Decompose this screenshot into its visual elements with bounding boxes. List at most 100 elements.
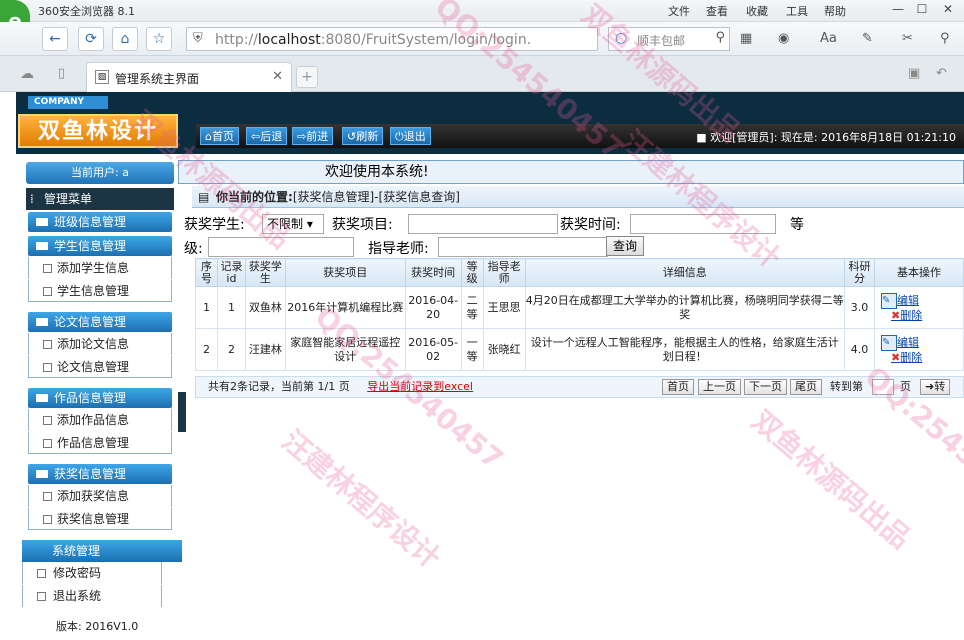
group-works[interactable]: 作品信息管理 <box>28 388 172 408</box>
tab-list-icon[interactable]: ▯ <box>58 66 65 81</box>
sidebar-item-works-manage[interactable]: 作品信息管理 <box>28 432 172 454</box>
first-page-button[interactable]: 首页 <box>662 379 694 395</box>
shield-icon: ⛨ <box>193 31 203 46</box>
next-page-button[interactable]: 下一页 <box>744 379 787 395</box>
tab-title: 管理系统主界面 <box>115 72 200 86</box>
restore-tab-icon[interactable]: ▣ <box>908 66 920 81</box>
level-label: 等 <box>790 217 804 233</box>
group-system[interactable]: 系统管理 <box>22 540 182 562</box>
forward-button[interactable]: ⇨前进 <box>292 127 334 145</box>
welcome-text: ■ 欢迎[管理员]: 现在是: 2016年8月18日 01:21:10 <box>696 131 956 144</box>
group-award[interactable]: 获奖信息管理 <box>28 464 172 484</box>
cell-actions: ✎ 编辑 ✖删除 <box>874 286 964 329</box>
group-class[interactable]: 班级信息管理 <box>28 212 172 232</box>
student-select[interactable]: 不限制 ▾ <box>262 214 324 234</box>
tab-close-icon[interactable]: ✕ <box>272 69 283 84</box>
delete-link[interactable]: ✖删除 <box>875 351 963 365</box>
cell-level: 二等 <box>460 286 484 329</box>
search-engine-icon: ○ <box>615 30 628 46</box>
teacher-label: 指导老师: <box>368 241 429 257</box>
edit-link[interactable]: ✎ 编辑 <box>875 292 963 309</box>
cell-time: 2016-05-02 <box>404 328 462 371</box>
sidebar-item-change-password[interactable]: 修改密码 <box>22 562 162 584</box>
menu-favorites[interactable]: 收藏 <box>746 3 768 19</box>
goto-label: 转到第 <box>830 380 863 393</box>
logout-button[interactable]: ⏻退出 <box>390 127 431 145</box>
group-student[interactable]: 学生信息管理 <box>28 236 172 256</box>
maximize-icon[interactable]: ☐ <box>912 2 932 18</box>
teacher-input[interactable] <box>438 237 608 257</box>
menu-tools[interactable]: 工具 <box>786 3 808 19</box>
address-text: http://localhost:8080/FruitSystem/login/… <box>215 32 532 48</box>
search-icon[interactable]: ⚲ <box>715 30 725 45</box>
time-input[interactable] <box>630 214 776 234</box>
sidebar-item-add-paper[interactable]: 添加论文信息 <box>28 333 172 355</box>
apps-icon[interactable]: ▦ <box>740 31 752 46</box>
page-number-input[interactable] <box>872 379 894 395</box>
sidebar-item-student-manage[interactable]: 学生信息管理 <box>28 280 172 302</box>
address-bar[interactable]: ⛨ http://localhost:8080/FruitSystem/logi… <box>186 27 598 51</box>
export-excel-link[interactable]: 导出当前记录到excel <box>367 380 473 393</box>
group-paper[interactable]: 论文信息管理 <box>28 312 172 332</box>
app-header: COMPANY 双鱼林设计 ⌂首页 ⇦后退 ⇨前进 ↺刷新 ⏻退出 ■ 欢迎[管… <box>16 92 964 154</box>
home-button[interactable]: ⌂首页 <box>200 127 239 145</box>
sidebar-toggle-handle[interactable] <box>178 392 186 432</box>
refresh-icon[interactable]: ⟳ <box>78 27 104 51</box>
level-input[interactable] <box>208 237 354 257</box>
screenshot-icon[interactable]: ✂ <box>902 31 913 46</box>
col-header: 记录id <box>216 258 246 287</box>
zoom-icon[interactable]: ⚲ <box>940 31 950 46</box>
translate-icon[interactable]: Aa <box>820 31 837 46</box>
back-icon[interactable]: ← <box>42 27 68 51</box>
browser-tabbar: ☁ ▯ ▧ 管理系统主界面 ✕ + ▣ ↶ <box>0 56 964 92</box>
page-icon: ▧ <box>95 70 109 84</box>
home-icon[interactable]: ⌂ <box>112 27 138 51</box>
col-header: 详细信息 <box>524 258 846 287</box>
sidebar-item-add-works[interactable]: 添加作品信息 <box>28 409 172 431</box>
brand-logo: 双鱼林设计 <box>18 114 178 148</box>
menu-title: ⁞ 管理菜单 <box>26 188 174 210</box>
cloud-icon[interactable]: ☁ <box>20 66 34 82</box>
cell-student: 汪建林 <box>244 328 286 371</box>
security-icon[interactable]: ◉ <box>778 31 789 46</box>
minimize-icon[interactable]: — <box>888 2 908 18</box>
star-icon[interactable]: ☆ <box>146 27 172 51</box>
pager-summary: 共有2条记录，当前第 1/1 页 <box>208 380 350 393</box>
menu-help[interactable]: 帮助 <box>824 3 846 19</box>
cell-teacher: 王思思 <box>482 286 526 329</box>
edit-link[interactable]: ✎ 编辑 <box>875 334 963 351</box>
delete-link[interactable]: ✖删除 <box>875 309 963 323</box>
cell-id: 2 <box>216 328 246 371</box>
edit-icon: ✎ <box>881 292 898 309</box>
sidebar-item-add-student[interactable]: 添加学生信息 <box>28 257 172 279</box>
version-text: 版本: 2016V1.0 <box>56 620 139 633</box>
prev-page-button[interactable]: 上一页 <box>698 379 741 395</box>
refresh-icon: ↺ <box>347 130 357 143</box>
close-window-icon[interactable]: ✕ <box>938 2 958 18</box>
welcome-banner: 欢迎使用本系统! <box>178 160 964 184</box>
menu-view[interactable]: 查看 <box>706 3 728 19</box>
extension-icon[interactable]: ✎ <box>862 31 873 46</box>
tab-main[interactable]: ▧ 管理系统主界面 ✕ <box>86 62 292 92</box>
col-header: 等级 <box>460 258 484 287</box>
cell-detail: 设计一个远程人工智能程序，能根据主人的性格，给家庭生活计划日程！ <box>524 328 846 371</box>
search-placeholder: 顺丰包邮 <box>637 34 686 48</box>
project-input[interactable] <box>408 214 558 234</box>
sidebar-item-exit[interactable]: 退出系统 <box>22 585 162 607</box>
new-tab-icon[interactable]: + <box>296 66 318 88</box>
page-unit: 页 <box>900 380 911 393</box>
header-toolbar: ⌂首页 ⇦后退 ⇨前进 ↺刷新 ⏻退出 ■ 欢迎[管理员]: 现在是: 2016… <box>196 124 964 148</box>
back-button[interactable]: ⇦后退 <box>246 127 288 145</box>
cell-index: 2 <box>195 328 218 371</box>
goto-button[interactable]: ➜转 <box>920 379 951 395</box>
last-page-button[interactable]: 尾页 <box>790 379 822 395</box>
menu-file[interactable]: 文件 <box>668 3 690 19</box>
query-button[interactable]: 查询 <box>606 236 645 256</box>
sidebar-item-add-award[interactable]: 添加获奖信息 <box>28 485 172 507</box>
cell-score: 4.0 <box>844 328 876 371</box>
undo-close-icon[interactable]: ↶ <box>936 66 947 81</box>
sidebar-item-award-manage[interactable]: 获奖信息管理 <box>28 508 172 530</box>
refresh-button[interactable]: ↺刷新 <box>342 127 384 145</box>
search-input[interactable]: ○ 顺丰包邮 ⚲ <box>608 27 730 51</box>
sidebar-item-paper-manage[interactable]: 论文信息管理 <box>28 356 172 378</box>
